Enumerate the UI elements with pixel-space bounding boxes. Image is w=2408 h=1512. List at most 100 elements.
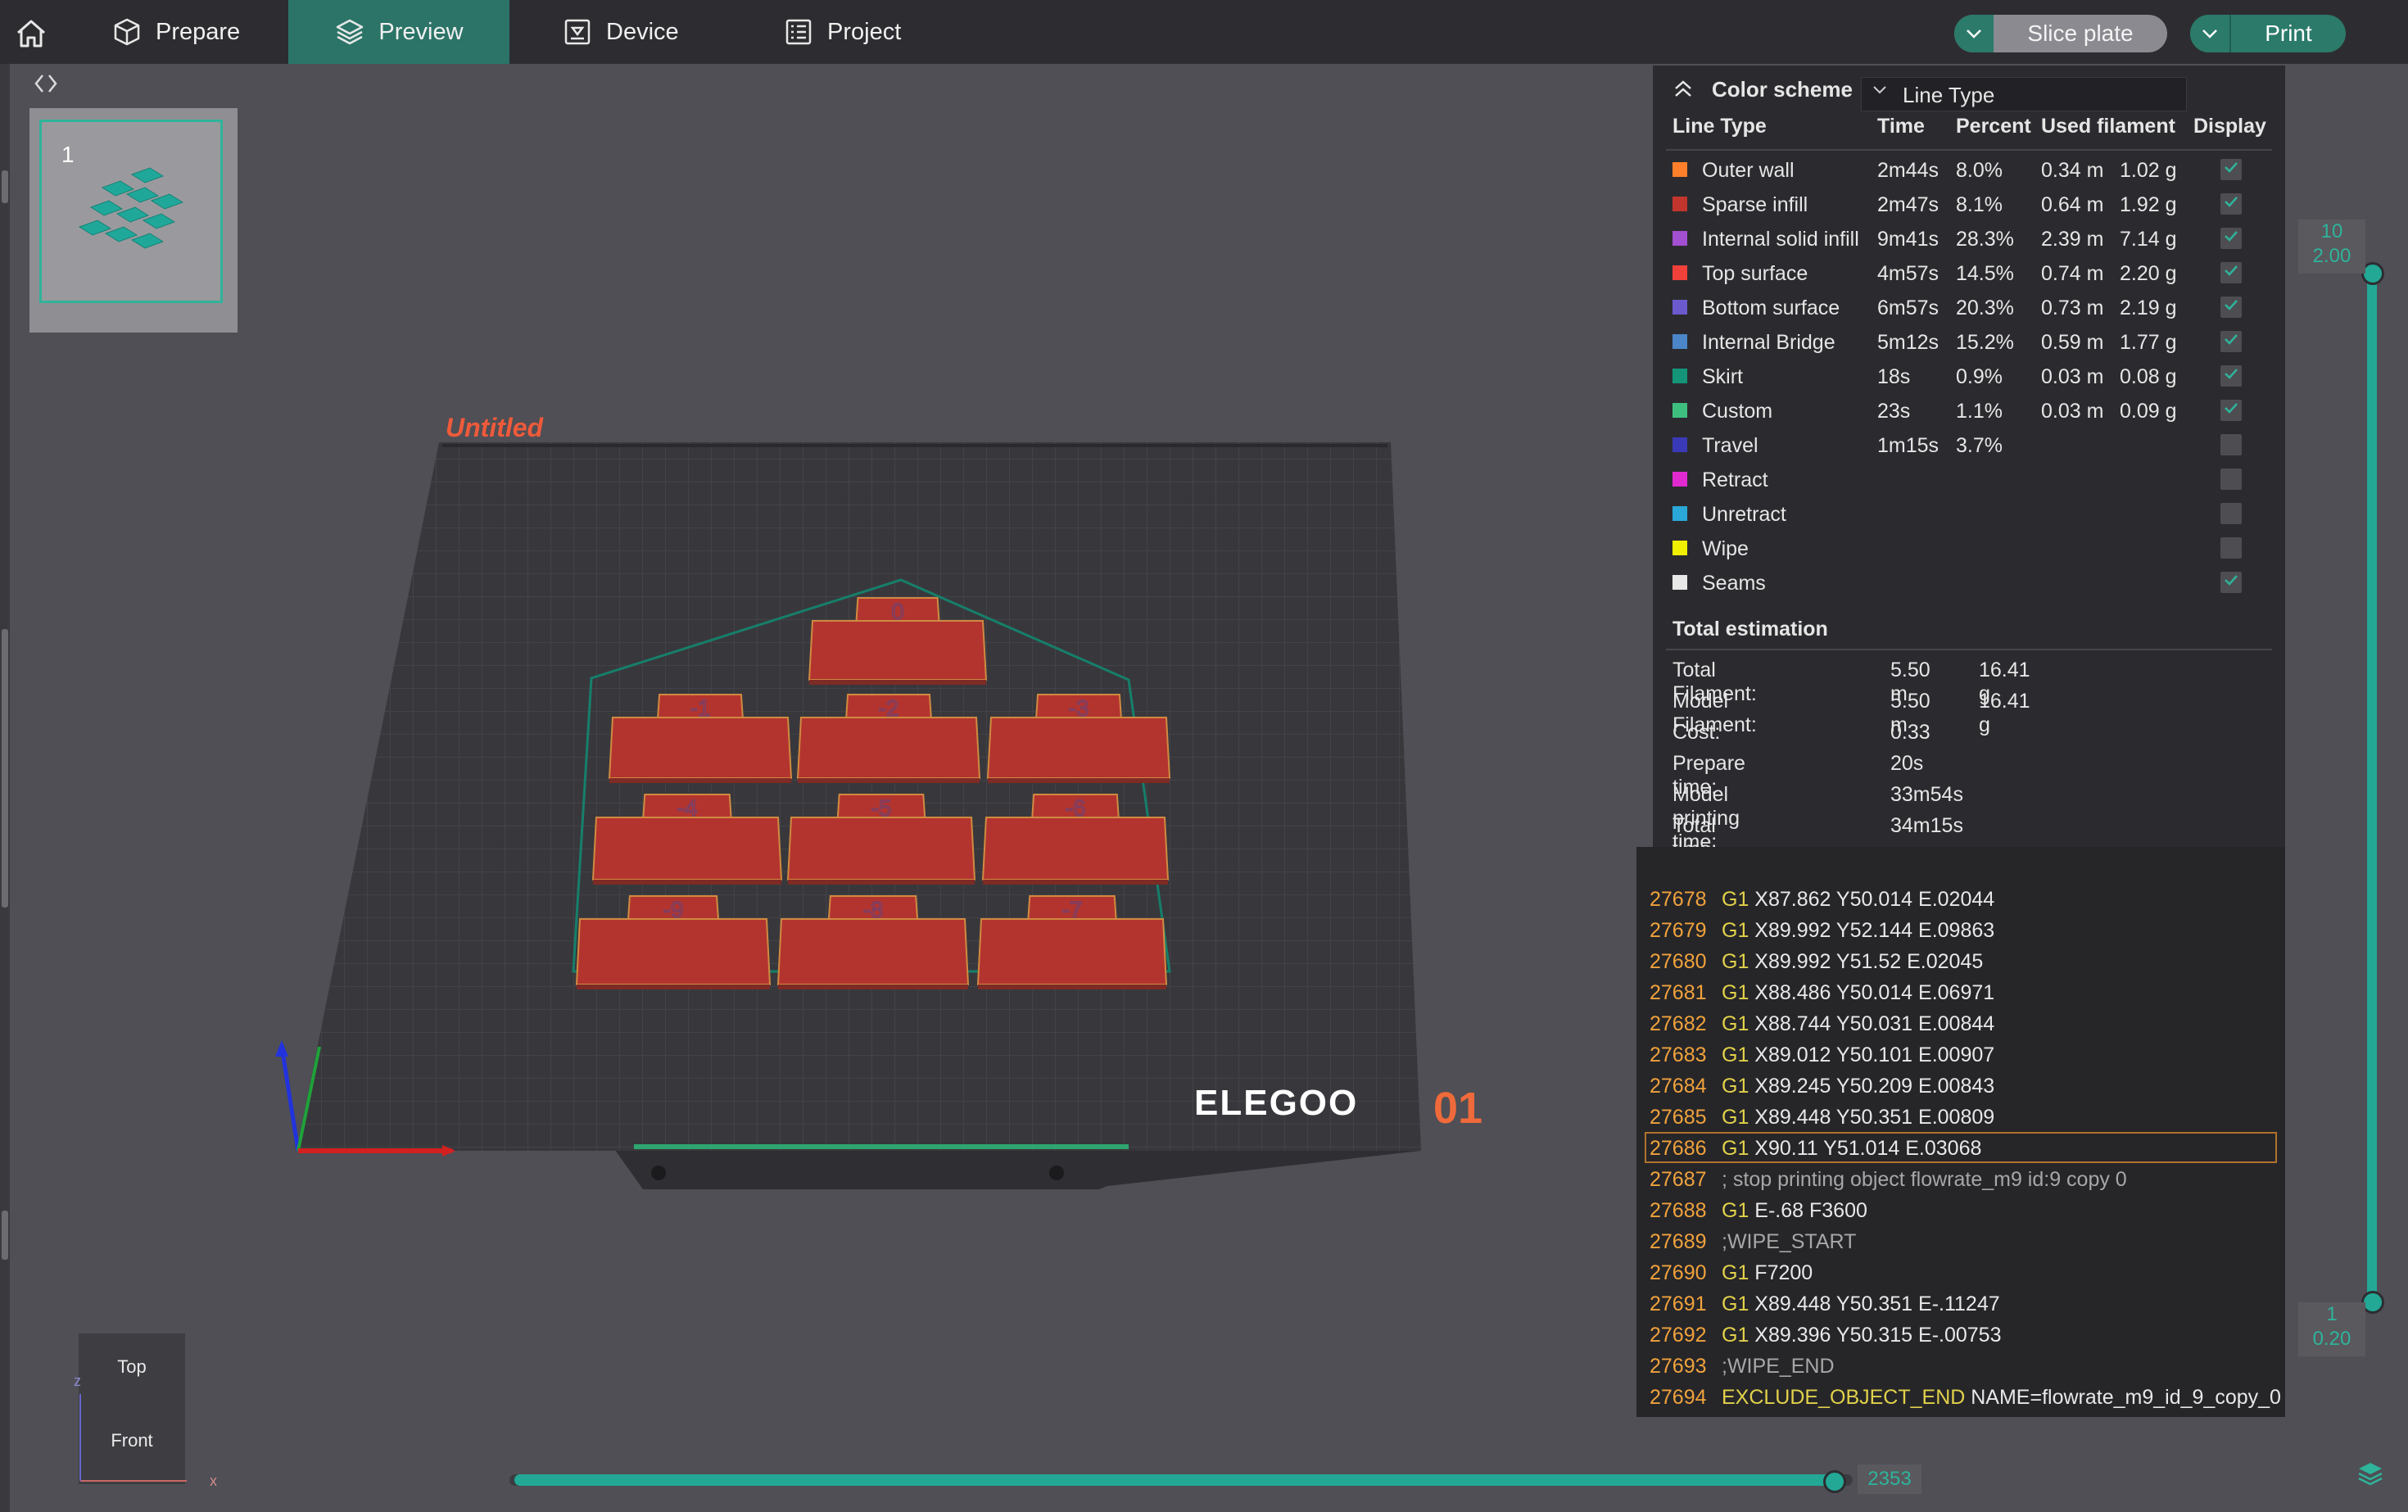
view-cube-top[interactable]: Top: [79, 1356, 185, 1378]
line-type-name: Custom: [1702, 400, 1773, 423]
line-type-row: Travel 1m15s 3.7%: [1653, 428, 2285, 462]
move-slider-fill[interactable]: [514, 1474, 1835, 1486]
gcode-line[interactable]: 27687 ; stop printing object flowrate_m9 …: [1636, 1163, 2285, 1194]
display-checkbox[interactable]: [2220, 193, 2242, 215]
line-type-length: 0.34 m: [2041, 159, 2104, 182]
gcode-line[interactable]: 27691 G1 X89.448 Y50.351 E-.11247: [1636, 1288, 2285, 1319]
gcode-line-number: 27681: [1650, 981, 1707, 1004]
gcode-line[interactable]: 27692 G1 X89.396 Y50.315 E-.00753: [1636, 1319, 2285, 1350]
line-type-row: Skirt 18s 0.9% 0.03 m 0.08 g: [1653, 359, 2285, 393]
gcode-line[interactable]: 27680 G1 X89.992 Y51.52 E.02045: [1636, 945, 2285, 976]
move-slider-knob[interactable]: [1823, 1470, 1846, 1493]
col-header-used-filament: Used filament: [2041, 115, 2175, 138]
gcode-arguments: X89.448 Y50.351 E.00809: [1754, 1106, 1995, 1129]
gcode-arguments: X89.992 Y52.144 E.09863: [1754, 919, 1995, 942]
line-type-name: Skirt: [1702, 365, 1743, 388]
gcode-line-number: 27693: [1650, 1355, 1707, 1378]
line-type-weight: 7.14 g: [2120, 228, 2177, 251]
gcode-command: G1 X89.396 Y50.315 E-.00753: [1722, 1324, 2001, 1347]
display-checkbox[interactable]: [2220, 400, 2242, 421]
line-type-row: Custom 23s 1.1% 0.03 m 0.09 g: [1653, 393, 2285, 428]
layers-toggle-icon[interactable]: [2356, 1458, 2385, 1487]
line-type-percent: 14.5%: [1956, 262, 2014, 285]
gcode-line[interactable]: 27681 G1 X88.486 Y50.014 E.06971: [1636, 976, 2285, 1007]
gcode-command: G1 X89.992 Y52.144 E.09863: [1722, 919, 1994, 943]
total-value: 33m54s: [1890, 783, 1963, 806]
total-weight: 16.41 g: [1979, 690, 2030, 736]
display-checkbox[interactable]: [2220, 159, 2242, 180]
line-type-percent: 8.1%: [1956, 193, 2003, 216]
gcode-line[interactable]: 27688 G1 E-.68 F3600: [1636, 1194, 2285, 1225]
layer-top-badge: 10 2.00: [2298, 220, 2365, 274]
gcode-command: G1 X89.448 Y50.351 E-.11247: [1722, 1292, 2000, 1316]
line-type-percent: 1.1%: [1956, 400, 2003, 423]
gcode-line[interactable]: 27686 G1 X90.11 Y51.014 E.03068: [1645, 1132, 2277, 1163]
line-type-percent: 0.9%: [1956, 365, 2003, 388]
gcode-opcode: G1: [1722, 1292, 1755, 1315]
display-checkbox[interactable]: [2220, 469, 2242, 490]
object-label: -9: [663, 897, 684, 922]
check-icon: [2225, 369, 2238, 379]
gcode-opcode: G1: [1722, 1106, 1755, 1129]
gcode-line[interactable]: 27679 G1 X89.992 Y52.144 E.09863: [1636, 914, 2285, 945]
check-icon: [2225, 300, 2238, 310]
total-value: 34m15s: [1890, 814, 1963, 837]
display-checkbox[interactable]: [2220, 228, 2242, 249]
display-checkbox[interactable]: [2220, 297, 2242, 318]
gcode-line[interactable]: 27684 G1 X89.245 Y50.209 E.00843: [1636, 1070, 2285, 1101]
gcode-line[interactable]: 27693 ;WIPE_END: [1636, 1350, 2285, 1381]
col-header-time: Time: [1877, 115, 1925, 138]
divider: [1666, 649, 2272, 650]
gcode-line-number: 27694: [1650, 1386, 1707, 1409]
gcode-opcode: G1: [1722, 1137, 1755, 1160]
gcode-viewer[interactable]: 27678 G1 X87.862 Y50.014 E.02044 27679 G1 X…: [1636, 847, 2285, 1417]
gcode-line[interactable]: 27685 G1 X89.448 Y50.351 E.00809: [1636, 1101, 2285, 1132]
line-type-name: Sparse infill: [1702, 193, 1808, 216]
line-type-swatch: [1672, 575, 1687, 590]
gcode-line[interactable]: 27678 G1 X87.862 Y50.014 E.02044: [1636, 883, 2285, 914]
gcode-command: G1 X89.992 Y51.52 E.02045: [1722, 950, 1983, 974]
line-type-swatch: [1672, 334, 1687, 349]
display-checkbox[interactable]: [2220, 572, 2242, 593]
gcode-line[interactable]: 27683 G1 X89.012 Y50.101 E.00907: [1636, 1039, 2285, 1070]
line-type-name: Seams: [1702, 572, 1766, 595]
layer-slider[interactable]: [2367, 270, 2377, 1304]
gcode-line[interactable]: 27690 G1 F7200: [1636, 1256, 2285, 1288]
divider: [1666, 149, 2272, 151]
line-type-swatch: [1672, 265, 1687, 280]
gcode-line-number: 27690: [1650, 1261, 1707, 1284]
display-checkbox[interactable]: [2220, 503, 2242, 524]
gcode-command: G1 X88.486 Y50.014 E.06971: [1722, 981, 1994, 1005]
gcode-command: G1 X88.744 Y50.031 E.00844: [1722, 1012, 1994, 1036]
line-type-weight: 1.77 g: [2120, 331, 2177, 354]
line-type-swatch: [1672, 300, 1687, 315]
color-scheme-select[interactable]: Line Type: [1861, 77, 2187, 111]
gcode-line[interactable]: 27689 ;WIPE_START: [1636, 1225, 2285, 1256]
gcode-command: G1 F7200: [1722, 1261, 1813, 1285]
gcode-arguments: X89.448 Y50.351 E-.11247: [1754, 1292, 2000, 1315]
line-type-name: Outer wall: [1702, 159, 1795, 182]
display-checkbox[interactable]: [2220, 262, 2242, 283]
display-checkbox[interactable]: [2220, 331, 2242, 352]
line-type-time: 18s: [1877, 365, 1911, 388]
line-type-percent: 15.2%: [1956, 331, 2014, 354]
collapse-legend-icon[interactable]: [1672, 79, 1694, 106]
display-checkbox[interactable]: [2220, 537, 2242, 559]
line-type-row: Internal Bridge 5m12s 15.2% 0.59 m 1.77 g: [1653, 324, 2285, 359]
gcode-opcode: G1: [1722, 1012, 1755, 1035]
gcode-opcode: EXCLUDE_OBJECT_END: [1722, 1386, 1971, 1409]
display-checkbox[interactable]: [2220, 365, 2242, 387]
line-type-weight: 0.09 g: [2120, 400, 2177, 423]
color-scheme-label: Color scheme: [1712, 77, 1853, 102]
gcode-arguments: X89.012 Y50.101 E.00907: [1754, 1043, 1995, 1066]
line-type-weight: 1.92 g: [2120, 193, 2177, 216]
col-header-percent: Percent: [1956, 115, 2031, 138]
check-icon: [2225, 334, 2238, 345]
gcode-line-number: 27689: [1650, 1230, 1707, 1253]
gcode-line[interactable]: 27694 EXCLUDE_OBJECT_END NAME=flowrate_m9…: [1636, 1381, 2285, 1412]
display-checkbox[interactable]: [2220, 434, 2242, 455]
gcode-line[interactable]: 27682 G1 X88.744 Y50.031 E.00844: [1636, 1007, 2285, 1039]
gcode-opcode: G1: [1722, 1075, 1755, 1098]
object-label: -2: [879, 695, 899, 721]
gcode-line-number: 27685: [1650, 1106, 1707, 1129]
